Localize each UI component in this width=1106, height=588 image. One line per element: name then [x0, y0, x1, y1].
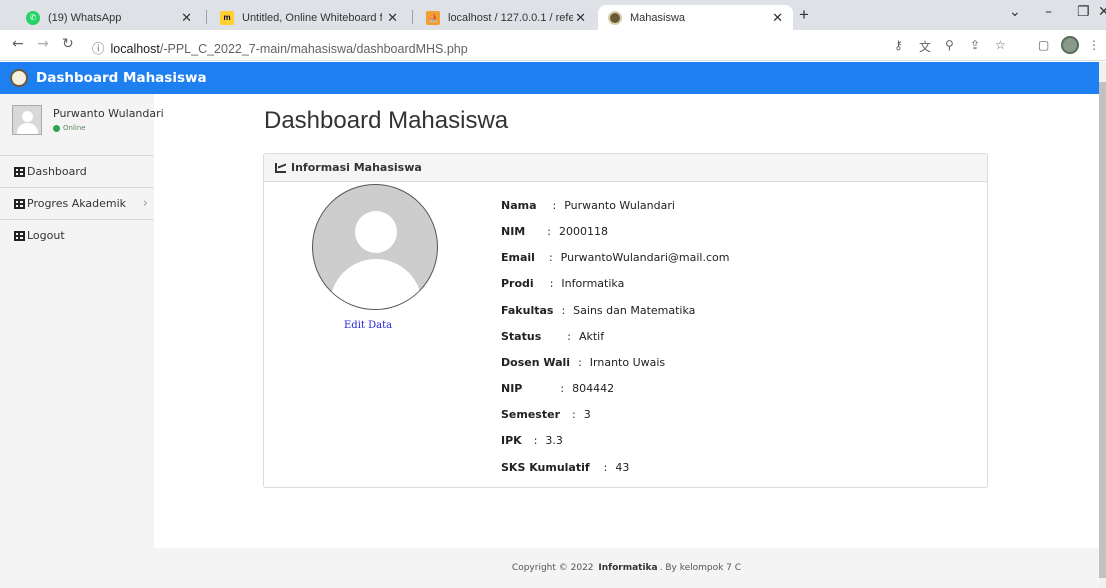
- status-label: Online: [63, 124, 86, 132]
- field-semester: Semester:3: [501, 408, 591, 421]
- table-icon: [14, 166, 25, 177]
- sidebar-item-logout[interactable]: Logout: [0, 219, 154, 251]
- field-status: Status: Aktif: [501, 330, 605, 343]
- online-dot-icon: [53, 124, 60, 132]
- url-host: localhost: [110, 42, 160, 56]
- key-icon[interactable]: ⚷: [894, 38, 903, 52]
- student-info-panel: Informasi Mahasiswa Edit Data Nama: Purwa…: [263, 153, 988, 488]
- field-value: 2000118: [558, 225, 608, 238]
- close-icon[interactable]: ✕: [575, 10, 586, 26]
- field-value: Irnanto Uwais: [589, 356, 666, 369]
- chevron-right-icon: ›: [142, 196, 148, 211]
- user-panel: Purwanto Wulandari Online: [0, 94, 164, 150]
- online-status: Online: [53, 124, 86, 132]
- field-value: 804442: [572, 382, 615, 395]
- panel-header: Informasi Mahasiswa: [264, 154, 987, 182]
- side-panel-icon[interactable]: ▢: [1038, 38, 1049, 52]
- translate-icon[interactable]: 文: [919, 38, 931, 55]
- field-email: Email: PurwantoWulandari@mail.com: [501, 251, 730, 264]
- field-ipk: IPK:3.3: [501, 434, 563, 447]
- scrollbar-thumb[interactable]: [1099, 82, 1106, 578]
- address-bar: ← → ↻ ⓘ localhost/-PPL_C_2022_7-main/maha…: [0, 30, 1106, 61]
- panel-title: Informasi Mahasiswa: [291, 161, 422, 174]
- tab-mahasiswa[interactable]: Mahasiswa ✕: [598, 5, 793, 30]
- miro-icon: m: [220, 10, 234, 25]
- field-value: 43: [615, 461, 630, 474]
- footer-brand: Informatika: [598, 563, 658, 573]
- site-logo-icon: [608, 10, 622, 25]
- field-fakultas: Fakultas: Sains dan Matematika: [501, 304, 696, 317]
- avatar: [12, 105, 42, 135]
- url-field[interactable]: ⓘ localhost/-PPL_C_2022_7-main/mahasiswa/…: [92, 38, 468, 57]
- field-prodi: Prodi: Informatika: [501, 277, 625, 290]
- browser-tab-bar: ✆ (19) WhatsApp ✕ m Untitled, Online Whi…: [0, 0, 1106, 30]
- field-sks-kumulatif: SKS Kumulatif:43: [501, 461, 630, 474]
- new-tab-button[interactable]: +: [799, 5, 809, 25]
- page-scrollbar[interactable]: [1099, 62, 1106, 588]
- field-value: Aktif: [578, 330, 605, 343]
- zoom-icon[interactable]: ⚲: [945, 38, 954, 52]
- sidebar: Purwanto Wulandari Online Dashboard Prog…: [0, 94, 164, 588]
- university-logo-icon: [10, 69, 28, 87]
- sidebar-item-label: Logout: [27, 229, 65, 242]
- sidebar-item-progres-akademik[interactable]: Progres Akademik ›: [0, 187, 154, 219]
- back-icon[interactable]: ←: [12, 36, 24, 52]
- field-value: 3: [583, 408, 591, 421]
- restore-button[interactable]: ❐: [1077, 4, 1090, 20]
- field-value: PurwantoWulandari@mail.com: [560, 251, 730, 264]
- app-header: Dashboard Mahasiswa: [0, 62, 1099, 94]
- footer-suffix: . By kelompok 7 C: [659, 563, 742, 573]
- field-nip: NIP:804442: [501, 382, 615, 395]
- minimize-button[interactable]: –: [1045, 4, 1052, 20]
- footer: Copyright © 2022 Informatika. By kelompo…: [154, 548, 1099, 588]
- close-icon[interactable]: ✕: [387, 10, 398, 26]
- whatsapp-icon: ✆: [26, 10, 40, 25]
- site-info-icon[interactable]: ⓘ: [92, 42, 105, 56]
- table-icon: [14, 198, 25, 209]
- forward-icon[interactable]: →: [37, 36, 49, 52]
- user-name: Purwanto Wulandari: [53, 107, 164, 120]
- field-nim: NIM:2000118: [501, 225, 608, 238]
- tab-search-chevron-icon[interactable]: ⌄: [1009, 4, 1021, 20]
- tab-label: Untitled, Online Whiteboard for V: [242, 11, 382, 24]
- tab-whiteboard[interactable]: m Untitled, Online Whiteboard for V ✕: [210, 5, 408, 30]
- reload-icon[interactable]: ↻: [62, 36, 74, 52]
- sidebar-item-label: Dashboard: [27, 165, 87, 178]
- sidebar-item-dashboard[interactable]: Dashboard: [0, 155, 154, 187]
- bookmark-star-icon[interactable]: ☆: [995, 38, 1006, 52]
- phpmyadmin-icon: ⛵: [426, 10, 440, 25]
- footer-copyright: Copyright © 2022: [511, 563, 594, 573]
- profile-avatar[interactable]: [1061, 36, 1079, 54]
- field-value: Purwanto Wulandari: [564, 199, 675, 212]
- share-icon[interactable]: ⇪: [970, 38, 980, 52]
- area-chart-icon: [275, 162, 286, 173]
- window-close-button[interactable]: ✕: [1098, 4, 1106, 20]
- close-icon[interactable]: ✕: [772, 10, 783, 26]
- page-title: Dashboard Mahasiswa: [264, 107, 509, 134]
- sidebar-item-label: Progres Akademik: [27, 197, 127, 210]
- close-icon[interactable]: ✕: [181, 10, 192, 26]
- field-value: Informatika: [561, 277, 625, 290]
- field-dosen-wali: Dosen Wali: Irnanto Uwais: [501, 356, 666, 369]
- tab-label: localhost / 127.0.0.1 / referensi /: [448, 11, 573, 24]
- menu-kebab-icon[interactable]: ⋮: [1088, 38, 1100, 52]
- field-nama: Nama: Purwanto Wulandari: [501, 199, 675, 212]
- tab-phpmyadmin[interactable]: ⛵ localhost / 127.0.0.1 / referensi / ✕: [416, 5, 596, 30]
- tab-label: (19) WhatsApp: [48, 11, 122, 24]
- field-value: Sains dan Matematika: [573, 304, 696, 317]
- tab-whatsapp[interactable]: ✆ (19) WhatsApp ✕: [16, 5, 202, 30]
- profile-photo: [312, 184, 438, 310]
- table-icon: [14, 230, 25, 241]
- app-title[interactable]: Dashboard Mahasiswa: [36, 70, 207, 86]
- tab-label: Mahasiswa: [630, 11, 686, 24]
- edit-data-link[interactable]: Edit Data: [344, 320, 392, 331]
- field-value: 3.3: [545, 434, 563, 447]
- url-path: /-PPL_C_2022_7-main/mahasiswa/dashboardM…: [159, 42, 468, 56]
